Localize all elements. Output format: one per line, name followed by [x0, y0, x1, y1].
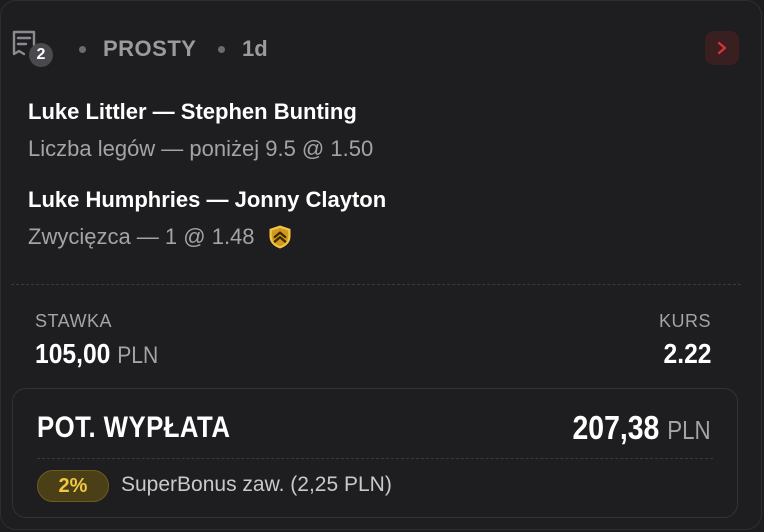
shield-chevron-icon — [269, 225, 291, 249]
match-title: Luke Littler — Stephen Bunting — [28, 99, 357, 124]
separator-dot — [79, 46, 86, 53]
superbonus-percent-badge: 2% — [37, 470, 109, 502]
stake-currency: PLN — [117, 342, 159, 369]
payout-value: 207,38 PLN — [573, 409, 711, 447]
payout-box: POT. WYPŁATA 207,38 PLN 2% SuperBonus za… — [12, 388, 738, 518]
match-pick: Zwycięzca — 1 @ 1.48 — [28, 224, 386, 250]
stake-label: STAWKA — [35, 311, 113, 331]
payout-divider — [37, 458, 713, 459]
odds-value: 2.22 — [663, 338, 711, 369]
selection-count-badge: 2 — [29, 43, 53, 67]
match-item: Luke Littler — Stephen Bunting Liczba le… — [28, 99, 373, 162]
bet-header: 2 PROSTY 1d — [11, 29, 751, 69]
match-pick: Liczba legów — poniżej 9.5 @ 1.50 — [28, 136, 373, 162]
bet-age-label: 1d — [242, 36, 268, 61]
payout-label: POT. WYPŁATA — [37, 411, 231, 444]
match-pick-text: Liczba legów — poniżej 9.5 @ 1.50 — [28, 136, 374, 161]
match-pick-text: Zwycięzca — 1 @ 1.48 — [28, 224, 255, 249]
section-divider — [11, 284, 741, 285]
open-bet-button[interactable] — [705, 31, 739, 65]
bet-slip-card[interactable]: 2 PROSTY 1d Luke Littler — Stephen Bunti… — [0, 0, 762, 530]
match-title: Luke Humphries — Jonny Clayton — [28, 187, 387, 212]
chevron-right-icon — [717, 41, 727, 55]
superbonus-text: SuperBonus zaw. (2,25 PLN) — [121, 473, 392, 496]
bet-type-label: PROSTY — [103, 36, 197, 61]
separator-dot — [218, 46, 225, 53]
payout-amount: 207,38 — [572, 409, 660, 446]
odds-label: KURS — [658, 311, 711, 331]
stake-amount: 105,00 — [35, 338, 111, 369]
payout-currency: PLN — [667, 415, 711, 445]
match-item: Luke Humphries — Jonny Clayton Zwycięzca… — [28, 187, 386, 250]
stake-value: 105,00 PLN — [35, 338, 158, 370]
